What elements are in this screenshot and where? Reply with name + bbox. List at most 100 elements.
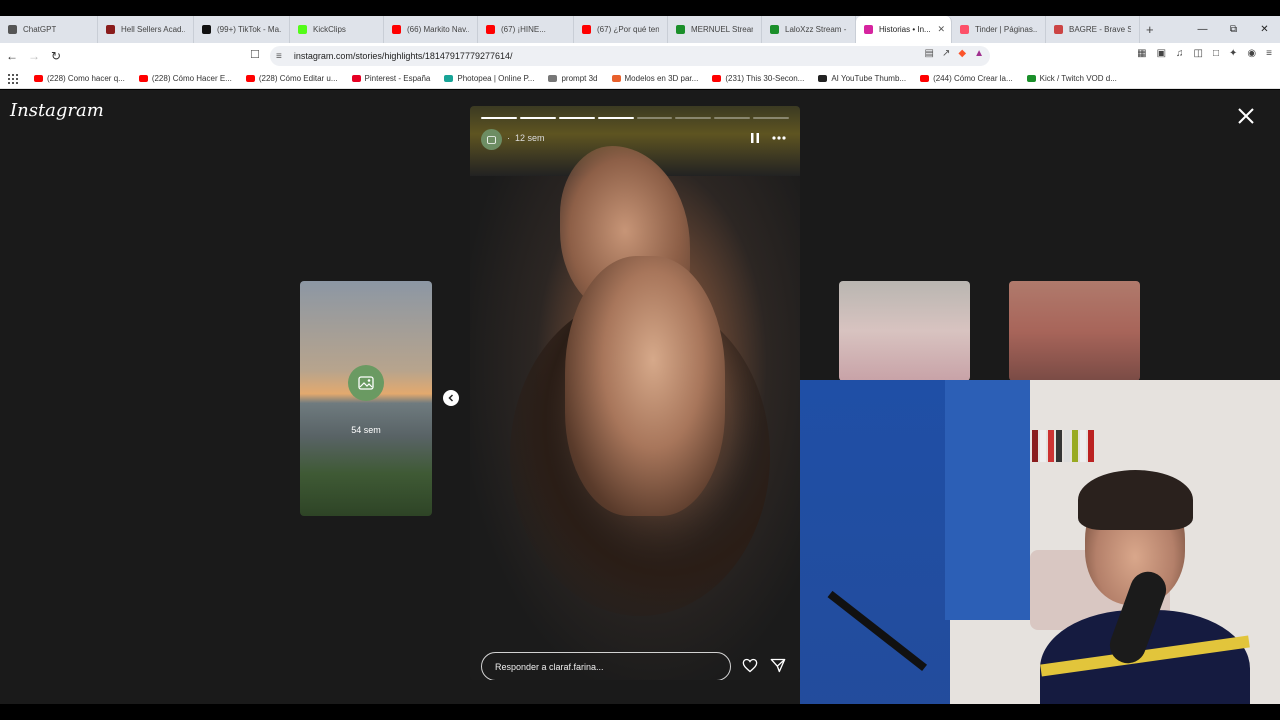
bookmark-favicon-icon: [351, 75, 361, 82]
browser-tab[interactable]: BAGRE - Brave Se...: [1046, 16, 1140, 43]
bookmark-favicon-icon: [818, 75, 828, 82]
bookmark-favicon-icon: [712, 75, 722, 82]
minimize-icon[interactable]: —: [1187, 16, 1218, 43]
music-icon[interactable]: ♫: [1176, 48, 1184, 59]
leo-ai-icon[interactable]: ✦: [1229, 48, 1237, 59]
bookmarks-bar: (228) Como hacer q... (228) Cómo Hacer E.…: [0, 69, 1280, 89]
navigation-bar: ← → ↻ ☐ ≡ instagram.com/stories/highligh…: [0, 43, 1280, 69]
next-story-card[interactable]: [1009, 281, 1140, 381]
story-time: 12 sem: [515, 133, 545, 143]
previous-arrow-button[interactable]: [443, 390, 459, 406]
story-separator: ·: [507, 133, 510, 143]
tab-close-icon[interactable]: ✕: [937, 24, 945, 35]
forward-button[interactable]: →: [24, 46, 44, 66]
browser-tab[interactable]: MERNUEL Stream...: [668, 16, 762, 43]
bookmark-item[interactable]: Modelos en 3D par...: [611, 74, 698, 83]
progress-segment: [636, 117, 673, 119]
apps-grid-icon[interactable]: [8, 73, 18, 84]
vpn-icon[interactable]: ◉: [1247, 48, 1256, 59]
progress-segment: [558, 117, 595, 119]
browser-tab[interactable]: Historias • In... ✕: [856, 16, 952, 43]
tab-favicon-icon: [106, 25, 115, 34]
bookmark-item[interactable]: Pinterest - España: [351, 74, 431, 83]
bookmark-favicon-icon: [548, 75, 558, 82]
bookmark-favicon-icon: [444, 75, 454, 82]
bookmark-icon[interactable]: ☐: [250, 48, 260, 61]
close-icon[interactable]: [1236, 106, 1256, 126]
close-window-icon[interactable]: ✕: [1249, 16, 1280, 43]
story-avatar: [348, 365, 384, 401]
browser-tab[interactable]: Hell Sellers Acad...: [98, 16, 194, 43]
previous-story-card[interactable]: 54 sem: [300, 281, 432, 516]
image-placeholder-icon: [487, 135, 496, 144]
extensions-icon[interactable]: ▦: [1137, 48, 1146, 59]
webcam-background: [1032, 430, 1142, 464]
tab-favicon-icon: [8, 25, 17, 34]
bookmark-favicon-icon: [138, 75, 148, 82]
tab-search-icon[interactable]: ▣: [1157, 48, 1166, 59]
bookmark-item[interactable]: (228) Cómo Hacer E...: [138, 74, 232, 83]
bookmark-item[interactable]: AI YouTube Thumb...: [818, 74, 906, 83]
tab-favicon-icon: [298, 25, 307, 34]
more-options-icon[interactable]: [772, 136, 786, 140]
bookmark-label: (231) This 30-Secon...: [725, 74, 805, 83]
cast-icon[interactable]: ▤: [925, 48, 934, 59]
story-progress-bar: [481, 117, 789, 119]
reply-input[interactable]: [482, 653, 730, 680]
url-text[interactable]: instagram.com/stories/highlights/1814791…: [294, 51, 513, 61]
tab-label: Hell Sellers Acad...: [121, 25, 185, 34]
tab-favicon-icon: [392, 25, 401, 34]
share-icon[interactable]: ↗: [942, 48, 950, 59]
browser-tab[interactable]: KickClips: [290, 16, 384, 43]
tab-label: (67) ¿Por qué ten...: [597, 25, 659, 34]
browser-tab[interactable]: (66) Markito Nav...: [384, 16, 478, 43]
reply-field[interactable]: [481, 652, 731, 680]
restore-icon[interactable]: ⧉: [1218, 16, 1249, 43]
bookmark-item[interactable]: (228) Como hacer q...: [34, 74, 125, 83]
heart-icon[interactable]: [742, 658, 758, 673]
browser-tab[interactable]: (67) ¡HINE...: [478, 16, 574, 43]
menu-icon[interactable]: ≡: [1266, 48, 1272, 59]
tab-label: MERNUEL Stream...: [691, 25, 753, 34]
bookmark-label: Kick / Twitch VOD d...: [1039, 74, 1117, 83]
bookmark-label: (228) Cómo Editar u...: [258, 74, 338, 83]
brave-shield-icon[interactable]: ◆: [958, 48, 966, 59]
bookmark-label: Pinterest - España: [364, 74, 431, 83]
tab-label: Historias • In...: [879, 25, 931, 34]
address-bar[interactable]: ≡ instagram.com/stories/highlights/18147…: [270, 46, 990, 66]
brave-rewards-icon[interactable]: ▲: [974, 48, 984, 59]
tab-favicon-icon: [582, 25, 591, 34]
bookmark-favicon-icon: [920, 75, 930, 82]
progress-segment: [519, 117, 556, 119]
bookmark-item[interactable]: (231) This 30-Secon...: [712, 74, 804, 83]
bookmark-item[interactable]: Kick / Twitch VOD d...: [1026, 74, 1117, 83]
bookmark-item[interactable]: (228) Cómo Editar u...: [245, 74, 338, 83]
story-user-avatar[interactable]: [481, 129, 502, 150]
story-viewer[interactable]: · 12 sem: [470, 106, 800, 680]
browser-tab[interactable]: ChatGPT: [0, 16, 98, 43]
wallet-icon[interactable]: □: [1213, 48, 1219, 59]
bookmark-item[interactable]: (244) Cómo Crear la...: [920, 74, 1013, 83]
browser-tab[interactable]: LaloXzz Stream -...: [762, 16, 856, 43]
progress-segment: [753, 117, 789, 119]
tab-label: Tinder | Páginas...: [975, 25, 1037, 34]
bookmark-item[interactable]: prompt 3d: [548, 74, 598, 83]
tab-label: LaloXzz Stream -...: [785, 25, 847, 34]
reload-button[interactable]: ↻: [46, 46, 66, 66]
sidebar-icon[interactable]: ◫: [1194, 48, 1203, 59]
browser-tab[interactable]: (99+) TikTok - Ma...: [194, 16, 290, 43]
new-tab-button[interactable]: +: [1146, 22, 1154, 37]
tab-label: BAGRE - Brave Se...: [1069, 25, 1131, 34]
send-icon[interactable]: [770, 658, 786, 673]
browser-tab[interactable]: Tinder | Páginas...: [952, 16, 1046, 43]
instagram-logo[interactable]: Instagram: [10, 100, 104, 121]
image-placeholder-icon: [358, 376, 374, 390]
back-button[interactable]: ←: [2, 46, 22, 66]
bookmark-label: (228) Cómo Hacer E...: [151, 74, 232, 83]
pause-icon[interactable]: [750, 132, 760, 144]
bookmark-item[interactable]: Photopea | Online P...: [444, 74, 534, 83]
next-story-card[interactable]: [839, 281, 970, 381]
progress-segment: [597, 117, 634, 119]
site-info-icon[interactable]: ≡: [276, 51, 282, 62]
browser-tab[interactable]: (67) ¿Por qué ten...: [574, 16, 668, 43]
